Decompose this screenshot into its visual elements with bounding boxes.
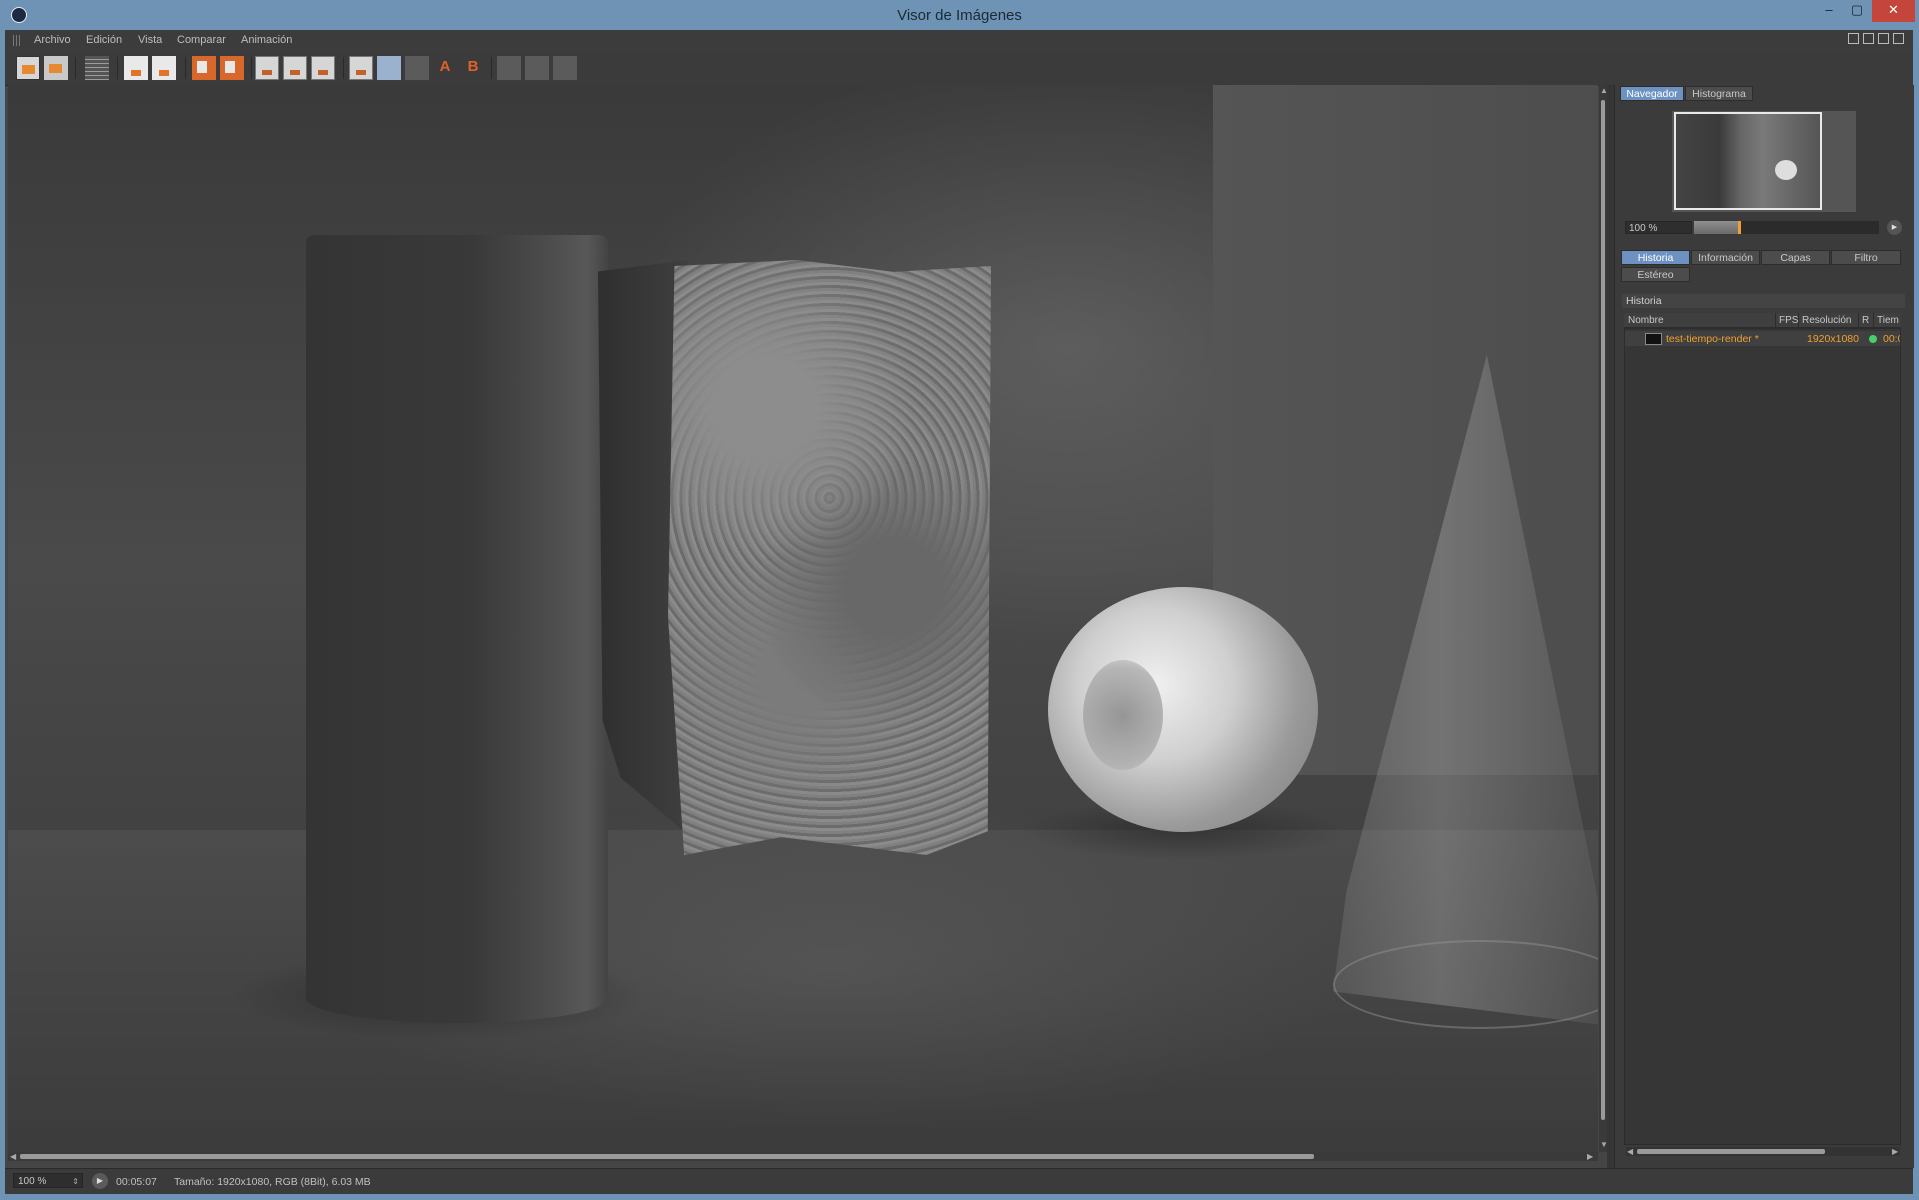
column-divider — [1798, 313, 1799, 327]
col-resolucion[interactable]: Resolución — [1802, 315, 1851, 326]
viewport-horizontal-scroll-thumb[interactable] — [20, 1154, 1314, 1159]
close-button[interactable]: ✕ — [1872, 0, 1915, 22]
history-horizontal-scroll-thumb[interactable] — [1637, 1149, 1825, 1154]
minimize-button[interactable]: – — [1816, 0, 1842, 22]
swap-icon[interactable] — [497, 56, 521, 80]
history-table-header: Nombre FPS Resolución R Tiempo — [1624, 313, 1901, 328]
navigator-zoom-slider-knob[interactable] — [1738, 221, 1741, 234]
row-time: 00:05:07 — [1883, 333, 1900, 345]
region-render-icon[interactable] — [124, 56, 148, 80]
tab-estereo[interactable]: Estéreo — [1621, 267, 1690, 282]
ab-toggle-icon[interactable] — [405, 56, 429, 80]
menu-animacion[interactable]: Animación — [241, 34, 292, 46]
layout-move-icon[interactable] — [1878, 33, 1889, 44]
render-thumbnail — [1645, 333, 1662, 345]
window-frame-bottom — [0, 1193, 1919, 1200]
history-list — [1624, 328, 1901, 1145]
window-frame-left — [0, 30, 5, 1200]
navigator-thumbnail[interactable] — [1674, 112, 1822, 210]
row-resolution: 1920x1080 — [1807, 333, 1859, 345]
split-view-icon[interactable] — [349, 56, 373, 80]
maximize-button[interactable]: ▢ — [1844, 0, 1870, 22]
toolbar-separator — [491, 57, 492, 79]
navigator-zoom-field[interactable]: 100 % — [1625, 221, 1692, 234]
panel-splitter[interactable] — [1607, 85, 1614, 1168]
col-nombre[interactable]: Nombre — [1628, 315, 1664, 326]
layout-single-icon[interactable] — [1848, 33, 1859, 44]
toolbar-separator — [75, 57, 76, 79]
toolbar-separator — [343, 57, 344, 79]
zoom-field[interactable]: 100 % ⇕ — [13, 1173, 83, 1188]
navigator-zoom-value: 100 % — [1629, 223, 1658, 234]
navigator-zoom-slider-fill — [1694, 221, 1739, 234]
window-title: Visor de Imágenes — [897, 7, 1022, 24]
render-viewport[interactable] — [8, 85, 1598, 1152]
layout-collapse-icon[interactable] — [1893, 33, 1904, 44]
tab-capas[interactable]: Capas — [1761, 250, 1830, 265]
scene-rock-slab — [668, 260, 991, 855]
navigator-next-icon[interactable]: ▶ — [1887, 220, 1902, 235]
open-file-icon[interactable] — [16, 56, 40, 80]
tab-filtro[interactable]: Filtro — [1831, 250, 1901, 265]
history-section-title: Historia — [1622, 294, 1905, 308]
row-name: test-tiempo-render * — [1666, 333, 1759, 345]
tab-histograma[interactable]: Histograma — [1685, 86, 1753, 101]
menu-bar: Archivo Edición Vista Comparar Animación — [5, 30, 1913, 51]
stack-layers-icon[interactable] — [220, 56, 244, 80]
compare-ab-icon[interactable] — [311, 56, 335, 80]
copy-layer-icon[interactable] — [192, 56, 216, 80]
scene-cylinder — [306, 235, 608, 1023]
history-scroll-right-icon[interactable]: ▶ — [1892, 1147, 1898, 1156]
toolbar: A B — [5, 51, 1913, 86]
scroll-left-icon[interactable]: ◀ — [10, 1152, 16, 1161]
history-scroll-left-icon[interactable]: ◀ — [1627, 1147, 1633, 1156]
tab-informacion[interactable]: Información — [1691, 250, 1760, 265]
zoom-spinner-icon[interactable]: ⇕ — [72, 1174, 79, 1189]
render-to-viewer-icon[interactable] — [152, 56, 176, 80]
status-bar: 100 % ⇕ ▶ 00:05:07 Tamaño: 1920x1080, RG… — [5, 1168, 1913, 1194]
toolbar-separator — [185, 57, 186, 79]
navigator-thumbnail-sphere — [1775, 160, 1797, 180]
text-overlay-icon[interactable] — [377, 56, 401, 80]
menu-grip-icon[interactable] — [13, 35, 21, 46]
scroll-right-icon[interactable]: ▶ — [1587, 1152, 1593, 1161]
layout-icons — [1848, 33, 1910, 48]
col-fps[interactable]: FPS — [1779, 315, 1798, 326]
set-a-icon[interactable]: A — [433, 56, 457, 80]
horizontal-split-icon[interactable] — [553, 56, 577, 80]
col-r[interactable]: R — [1862, 315, 1869, 326]
column-divider — [1775, 313, 1776, 327]
sphere-reflection — [1083, 660, 1163, 770]
title-bar: Visor de Imágenes – ▢ ✕ — [0, 0, 1919, 30]
play-icon[interactable]: ▶ — [92, 1173, 108, 1189]
tab-navegador[interactable]: Navegador — [1620, 86, 1684, 101]
compare-a-icon[interactable] — [255, 56, 279, 80]
toolbar-separator — [117, 57, 118, 79]
zoom-value: 100 % — [18, 1176, 47, 1187]
image-info: Tamaño: 1920x1080, RGB (8Bit), 6.03 MB — [174, 1176, 371, 1188]
column-divider — [1858, 313, 1859, 327]
menu-comparar[interactable]: Comparar — [177, 34, 226, 46]
viewport-vertical-scroll-thumb[interactable] — [1601, 100, 1605, 1120]
set-b-icon[interactable]: B — [461, 56, 485, 80]
layout-split-icon[interactable] — [1863, 33, 1874, 44]
menu-edicion[interactable]: Edición — [86, 34, 122, 46]
render-time: 00:05:07 — [116, 1176, 157, 1188]
grid-icon[interactable] — [85, 56, 109, 80]
menu-vista[interactable]: Vista — [138, 34, 162, 46]
tab-historia[interactable]: Historia — [1621, 250, 1690, 265]
menu-archivo[interactable]: Archivo — [34, 34, 71, 46]
compare-b-icon[interactable] — [283, 56, 307, 80]
render-status-dot — [1869, 335, 1877, 343]
column-divider — [1873, 313, 1874, 327]
save-image-icon[interactable] — [44, 56, 68, 80]
toolbar-separator — [251, 57, 252, 79]
difference-icon[interactable] — [525, 56, 549, 80]
col-tiempo[interactable]: Tiempo — [1877, 315, 1899, 326]
